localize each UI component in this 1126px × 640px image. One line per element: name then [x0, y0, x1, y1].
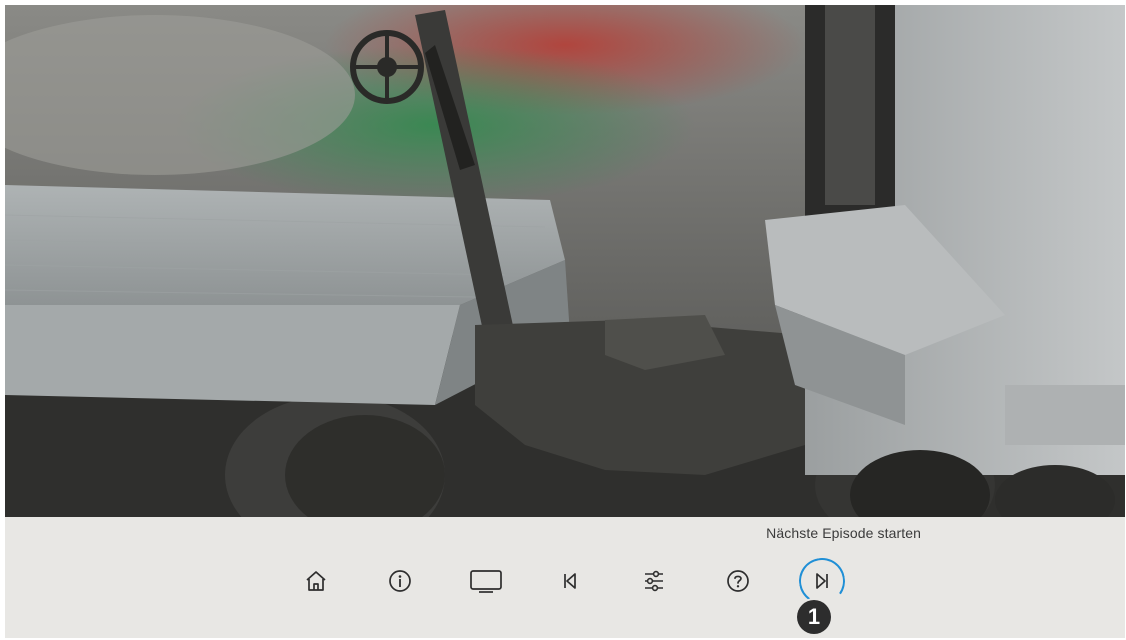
player-control-bar: Nächste Episode starten	[5, 517, 1125, 638]
tv-player-screen: Nächste Episode starten 1	[0, 0, 1126, 640]
info-icon	[387, 568, 413, 594]
callout-badge: 1	[797, 600, 831, 634]
home-icon	[303, 568, 329, 594]
focus-ring	[795, 554, 849, 608]
tv-icon	[469, 568, 503, 594]
help-icon	[725, 568, 751, 594]
skip-previous-icon	[559, 570, 581, 592]
focused-button-hint: Nächste Episode starten	[766, 525, 921, 541]
video-frame	[5, 5, 1125, 517]
home-button[interactable]	[296, 561, 336, 601]
sliders-icon	[641, 568, 667, 594]
settings-button[interactable]	[634, 561, 674, 601]
next-episode-button[interactable]	[795, 554, 849, 608]
help-button[interactable]	[718, 561, 758, 601]
info-button[interactable]	[380, 561, 420, 601]
tv-button[interactable]	[466, 561, 506, 601]
previous-button[interactable]	[550, 561, 590, 601]
video-still-image	[5, 5, 1125, 517]
